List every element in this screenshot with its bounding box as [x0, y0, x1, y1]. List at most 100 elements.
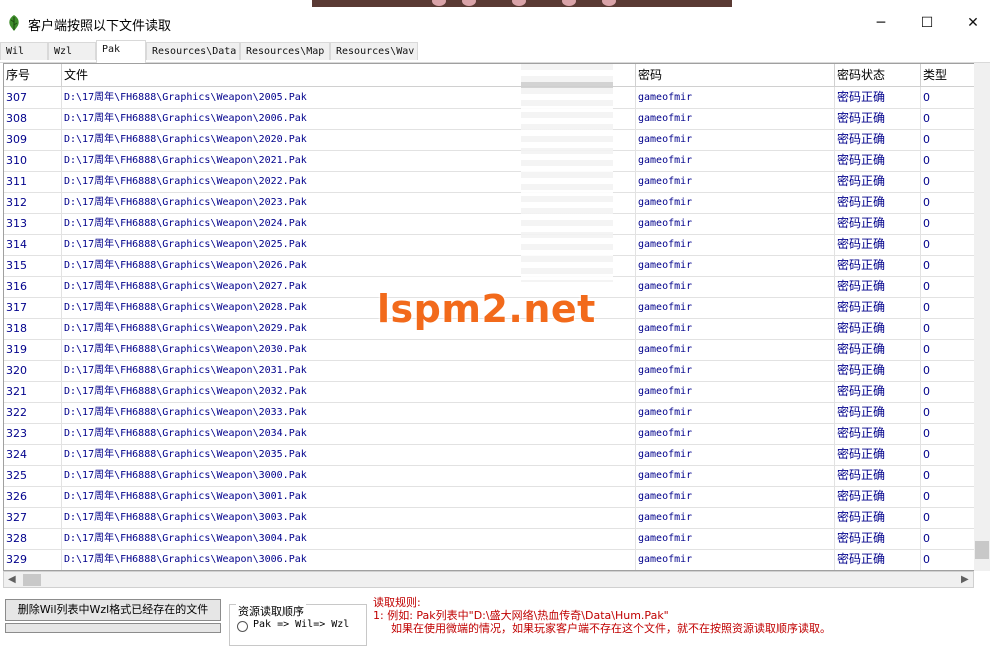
table-row[interactable]: 321 D:\17周年\FH6888\Graphics\Weapon\2032.P… [4, 381, 975, 403]
cell-seq: 328 [4, 528, 62, 549]
load-order-radio[interactable] [237, 621, 248, 632]
cell-type: 0 [923, 364, 930, 377]
table-row[interactable]: 328 D:\17周年\FH6888\Graphics\Weapon\3004.P… [4, 528, 975, 550]
cell-type: 0 [923, 343, 930, 356]
cell-password: gameofmir [636, 381, 835, 402]
cell-seq: 326 [4, 486, 62, 507]
cell-seq: 329 [4, 549, 62, 570]
table-row[interactable]: 327 D:\17周年\FH6888\Graphics\Weapon\3003.P… [4, 507, 975, 529]
cell-password: gameofmir [636, 213, 835, 234]
cell-password: gameofmir [636, 444, 835, 465]
vertical-scrollbar[interactable] [974, 63, 990, 571]
column-header-type[interactable]: 类型 [921, 64, 975, 86]
cell-password-status: 密码正确 [835, 318, 921, 339]
cell-password: gameofmir [636, 255, 835, 276]
cell-seq: 318 [4, 318, 62, 339]
load-order-radio-label[interactable]: Pak => Wil=> Wzl [253, 619, 349, 630]
cell-type: 0 [923, 280, 930, 293]
cell-seq: 309 [4, 129, 62, 150]
cell-password-status: 密码正确 [835, 297, 921, 318]
cell-password-status: 密码正确 [835, 444, 921, 465]
maximize-button[interactable]: ☐ [904, 8, 950, 38]
delete-duplicate-wil-button[interactable]: 删除Wil列表中Wzl格式已经存在的文件 [5, 599, 221, 621]
table-row[interactable]: 322 D:\17周年\FH6888\Graphics\Weapon\2033.P… [4, 402, 975, 424]
tab-resources-map[interactable]: Resources\Map [240, 42, 330, 60]
cell-type: 0 [923, 553, 930, 566]
cell-seq: 308 [4, 108, 62, 129]
cell-password-status: 密码正确 [835, 192, 921, 213]
table-row[interactable]: 315 D:\17周年\FH6888\Graphics\Weapon\2026.P… [4, 255, 975, 277]
table-row[interactable]: 313 D:\17周年\FH6888\Graphics\Weapon\2024.P… [4, 213, 975, 235]
cell-seq: 321 [4, 381, 62, 402]
table-row[interactable]: 311 D:\17周年\FH6888\Graphics\Weapon\2022.P… [4, 171, 975, 193]
cell-password-status: 密码正确 [835, 423, 921, 444]
cell-type: 0 [923, 448, 930, 461]
cell-seq: 310 [4, 150, 62, 171]
cell-password: gameofmir [636, 108, 835, 129]
cell-password-status: 密码正确 [835, 234, 921, 255]
cell-file: D:\17周年\FH6888\Graphics\Weapon\2032.Pak [62, 381, 636, 402]
tab-wil[interactable]: Wil [0, 42, 48, 60]
table-row[interactable]: 314 D:\17周年\FH6888\Graphics\Weapon\2025.P… [4, 234, 975, 256]
cell-password: gameofmir [636, 297, 835, 318]
cell-file: D:\17周年\FH6888\Graphics\Weapon\2035.Pak [62, 444, 636, 465]
scroll-left-arrow-icon[interactable]: ◀ [8, 574, 16, 585]
cell-type: 0 [923, 133, 930, 146]
cell-type: 0 [923, 490, 930, 503]
table-row[interactable]: 325 D:\17周年\FH6888\Graphics\Weapon\3000.P… [4, 465, 975, 487]
cell-seq: 314 [4, 234, 62, 255]
cell-file: D:\17周年\FH6888\Graphics\Weapon\3001.Pak [62, 486, 636, 507]
rule-line-1: 1: 例如: Pak列表中"D:\盛大网络\热血传奇\Data\Hum.Pak" [373, 609, 669, 622]
table-row[interactable]: 308 D:\17周年\FH6888\Graphics\Weapon\2006.P… [4, 108, 975, 130]
column-header-seq[interactable]: 序号 [4, 64, 62, 86]
minimize-button[interactable]: ─ [858, 8, 904, 38]
column-header-password[interactable]: 密码 [636, 64, 835, 86]
horizontal-scroll-thumb[interactable] [23, 574, 41, 586]
cell-type: 0 [923, 427, 930, 440]
table-row[interactable]: 309 D:\17周年\FH6888\Graphics\Weapon\2020.P… [4, 129, 975, 151]
table-row[interactable]: 310 D:\17周年\FH6888\Graphics\Weapon\2021.P… [4, 150, 975, 172]
cell-seq: 316 [4, 276, 62, 297]
cell-password: gameofmir [636, 465, 835, 486]
load-order-group-title: 资源读取顺序 [236, 603, 306, 619]
table-row[interactable]: 326 D:\17周年\FH6888\Graphics\Weapon\3001.P… [4, 486, 975, 508]
column-header-password-status[interactable]: 密码状态 [835, 64, 921, 86]
scroll-right-arrow-icon[interactable]: ▶ [961, 574, 969, 585]
cell-password-status: 密码正确 [835, 339, 921, 360]
tab-pak[interactable]: Pak [96, 40, 146, 63]
window-title: 客户端按照以下文件读取 [28, 19, 172, 34]
table-row[interactable]: 324 D:\17周年\FH6888\Graphics\Weapon\2035.P… [4, 444, 975, 466]
cell-password: gameofmir [636, 276, 835, 297]
cell-seq: 312 [4, 192, 62, 213]
cell-password: gameofmir [636, 486, 835, 507]
cell-password: gameofmir [636, 360, 835, 381]
cell-password: gameofmir [636, 549, 835, 570]
cell-password: gameofmir [636, 423, 835, 444]
vertical-scroll-thumb[interactable] [975, 541, 989, 559]
table-row[interactable]: 320 D:\17周年\FH6888\Graphics\Weapon\2031.P… [4, 360, 975, 382]
horizontal-scrollbar[interactable]: ◀ ▶ [3, 571, 974, 588]
cell-type: 0 [923, 385, 930, 398]
cell-seq: 320 [4, 360, 62, 381]
cell-seq: 317 [4, 297, 62, 318]
table-row[interactable]: 312 D:\17周年\FH6888\Graphics\Weapon\2023.P… [4, 192, 975, 214]
cell-password-status: 密码正确 [835, 486, 921, 507]
tab-resources-wav[interactable]: Resources\Wav [330, 42, 418, 60]
cell-password-status: 密码正确 [835, 87, 921, 108]
cell-password-status: 密码正确 [835, 108, 921, 129]
cell-seq: 323 [4, 423, 62, 444]
table-row[interactable]: 329 D:\17周年\FH6888\Graphics\Weapon\3006.P… [4, 549, 975, 570]
table-row[interactable]: 307 D:\17周年\FH6888\Graphics\Weapon\2005.P… [4, 87, 975, 109]
cell-password: gameofmir [636, 234, 835, 255]
tab-resources-data[interactable]: Resources\Data [146, 42, 240, 60]
table-row[interactable]: 323 D:\17周年\FH6888\Graphics\Weapon\2034.P… [4, 423, 975, 445]
cell-password: gameofmir [636, 192, 835, 213]
cell-password: gameofmir [636, 318, 835, 339]
cell-type: 0 [923, 406, 930, 419]
cell-password: gameofmir [636, 528, 835, 549]
secondary-button[interactable] [5, 623, 221, 633]
table-row[interactable]: 319 D:\17周年\FH6888\Graphics\Weapon\2030.P… [4, 339, 975, 361]
cell-type: 0 [923, 154, 930, 167]
tab-wzl[interactable]: Wzl [48, 42, 96, 60]
close-button[interactable]: ✕ [950, 8, 990, 38]
